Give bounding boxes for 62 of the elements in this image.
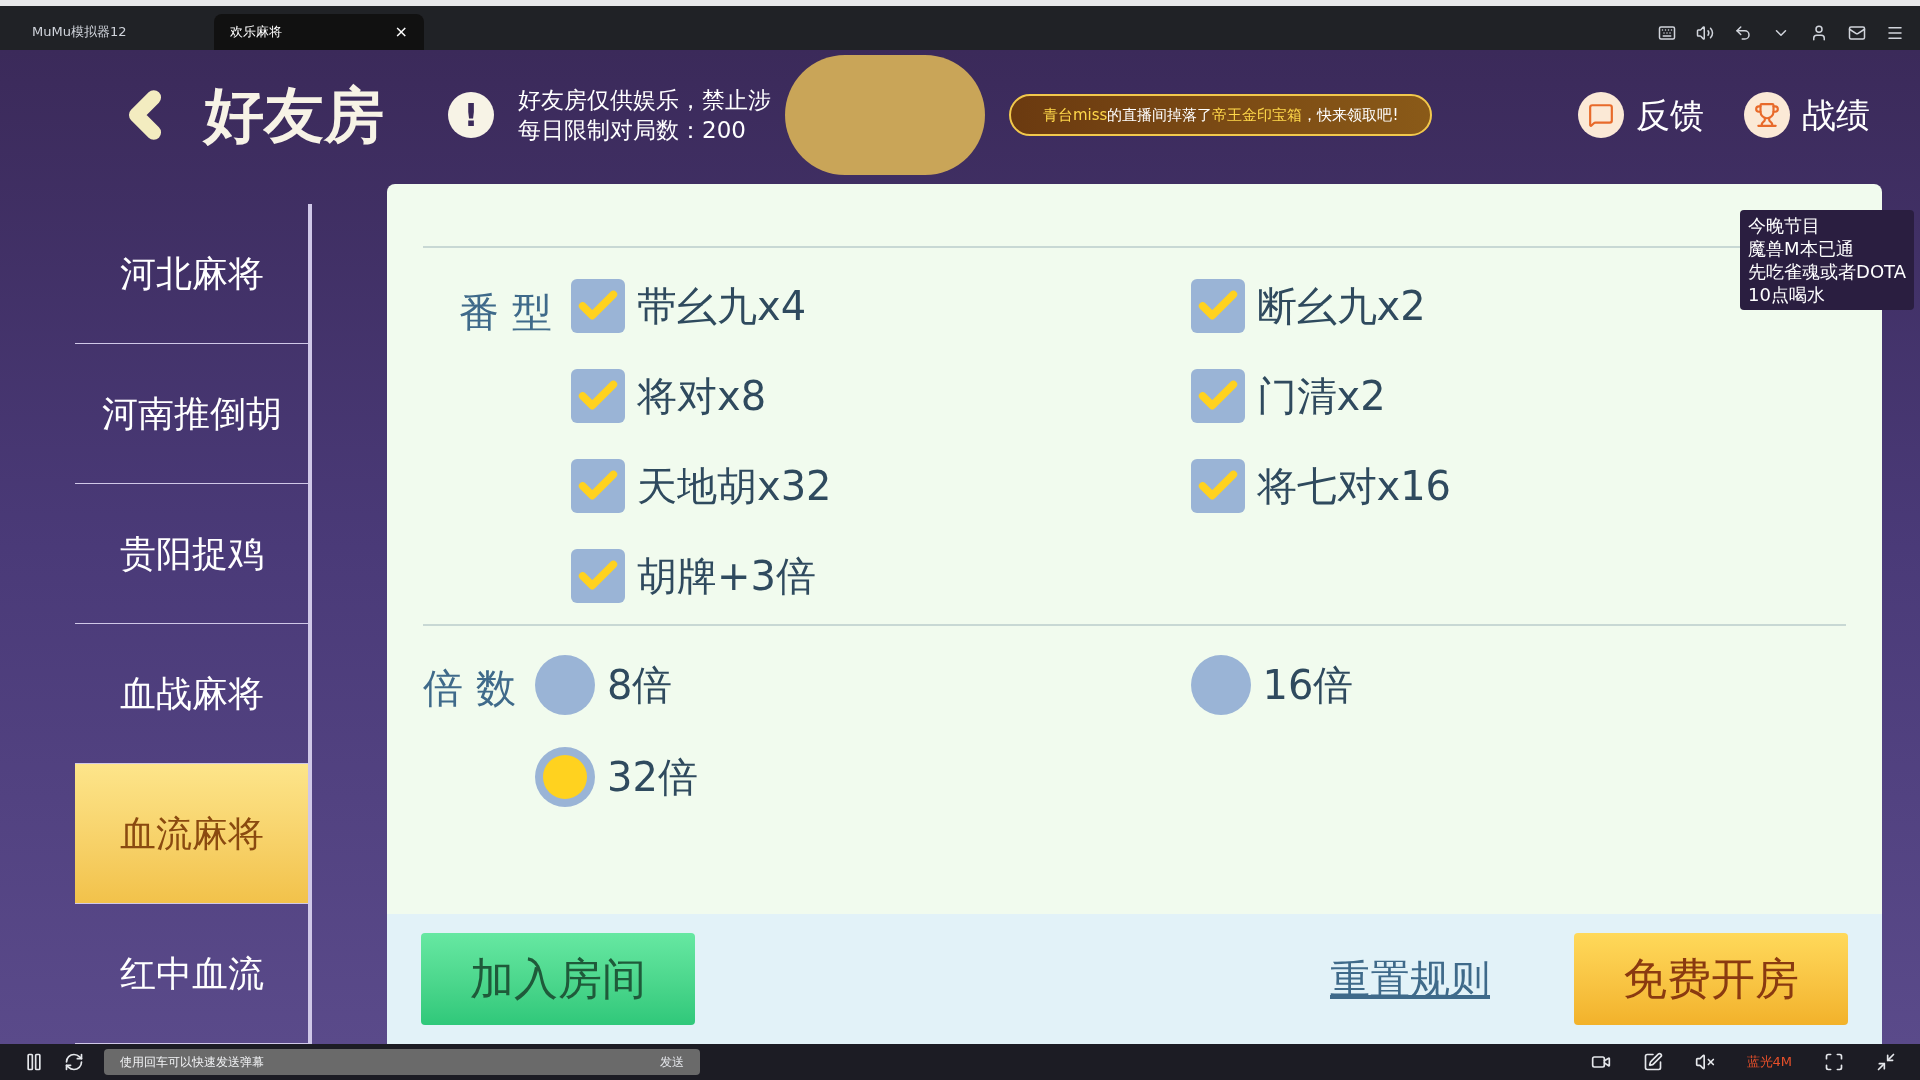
- checkbox[interactable]: [1190, 459, 1245, 513]
- fullscreen-icon[interactable]: [1824, 1052, 1844, 1072]
- sidebar-item[interactable]: 河南推倒胡: [75, 344, 312, 484]
- section-label: 倍 数: [423, 664, 517, 713]
- page-title: 好友房: [204, 79, 385, 152]
- sidebar-item[interactable]: 河北麻将: [75, 204, 312, 344]
- fan-type-option[interactable]: 将对x8: [571, 368, 767, 424]
- schedule-note: 魔兽M本已通: [1748, 237, 1855, 260]
- mail-icon[interactable]: [1848, 24, 1866, 42]
- multiplier-option[interactable]: 16倍: [1190, 654, 1354, 716]
- checkbox[interactable]: [571, 369, 625, 423]
- pause-icon[interactable]: [24, 1052, 44, 1072]
- browser-tab[interactable]: 欢乐麻将 ×: [214, 14, 424, 50]
- checkbox[interactable]: [571, 459, 625, 513]
- checkbox[interactable]: [571, 279, 625, 333]
- checkbox[interactable]: [1190, 369, 1245, 423]
- keyboard-icon[interactable]: [1658, 24, 1676, 42]
- banner-text: ，快来领取吧!: [1302, 104, 1399, 126]
- banner-text: 的直播间掉落了: [1107, 104, 1213, 126]
- fan-type-option[interactable]: 天地胡x32: [571, 458, 832, 514]
- browser-tab[interactable]: MuMu模拟器12: [16, 14, 206, 50]
- schedule-note: 今晚节目: [1748, 214, 1822, 237]
- banner-text: 帝王金印宝箱: [1212, 104, 1303, 126]
- record-button[interactable]: 战绩: [1744, 89, 1870, 141]
- reset-rules-link[interactable]: 重置规则: [1330, 949, 1490, 1009]
- banner-text: 青台miss: [1043, 104, 1108, 126]
- multiplier-option[interactable]: 32倍: [535, 746, 698, 808]
- undo-icon[interactable]: [1734, 24, 1752, 42]
- mute-icon[interactable]: [1694, 1052, 1715, 1072]
- speaker-icon[interactable]: [1696, 24, 1714, 42]
- schedule-note: 10点喝水: [1748, 283, 1826, 306]
- create-room-button[interactable]: 免费开房: [1574, 933, 1848, 1025]
- quality-button[interactable]: 蓝光4M: [1746, 1052, 1792, 1072]
- fan-type-option[interactable]: 断幺九x2: [1190, 278, 1426, 334]
- sidebar-item[interactable]: 血流麻将: [75, 764, 312, 904]
- radio-button[interactable]: [535, 747, 595, 807]
- fan-type-option[interactable]: 将七对x16: [1190, 458, 1452, 514]
- alert-icon[interactable]: !: [448, 92, 494, 138]
- refresh-icon[interactable]: [64, 1052, 84, 1072]
- checkbox[interactable]: [571, 549, 625, 603]
- checkbox[interactable]: [1190, 279, 1245, 333]
- trophy-icon: [1744, 92, 1790, 138]
- edit-icon[interactable]: [1642, 1052, 1663, 1072]
- user-icon[interactable]: [1810, 24, 1828, 42]
- section-label: 番 型: [459, 288, 553, 337]
- notice-line: 每日限制对局数：200: [518, 116, 747, 145]
- fan-type-option[interactable]: 胡牌+3倍: [571, 548, 816, 604]
- schedule-note: 先吃雀魂或者DOTA: [1748, 260, 1906, 283]
- join-room-button[interactable]: 加入房间: [421, 933, 695, 1025]
- close-tab-button[interactable]: ×: [394, 20, 408, 44]
- danmaku-field[interactable]: 使用回车可以快速发送弹幕 发送: [104, 1049, 700, 1075]
- radio-button[interactable]: [535, 655, 595, 715]
- feedback-button[interactable]: 反馈: [1578, 89, 1704, 141]
- multiplier-option[interactable]: 8倍: [535, 654, 673, 716]
- fan-type-option[interactable]: 带幺九x4: [571, 278, 807, 334]
- menu-icon[interactable]: [1886, 24, 1904, 42]
- send-button[interactable]: 发送: [660, 1053, 684, 1071]
- notice-line: 好友房仅供娱乐，禁止涉: [518, 86, 771, 115]
- fan-type-option[interactable]: 门清x2: [1190, 368, 1386, 424]
- collapse-icon[interactable]: [1876, 1052, 1896, 1072]
- sidebar-item[interactable]: 贵阳捉鸡: [75, 484, 312, 624]
- chat-icon: [1578, 92, 1624, 138]
